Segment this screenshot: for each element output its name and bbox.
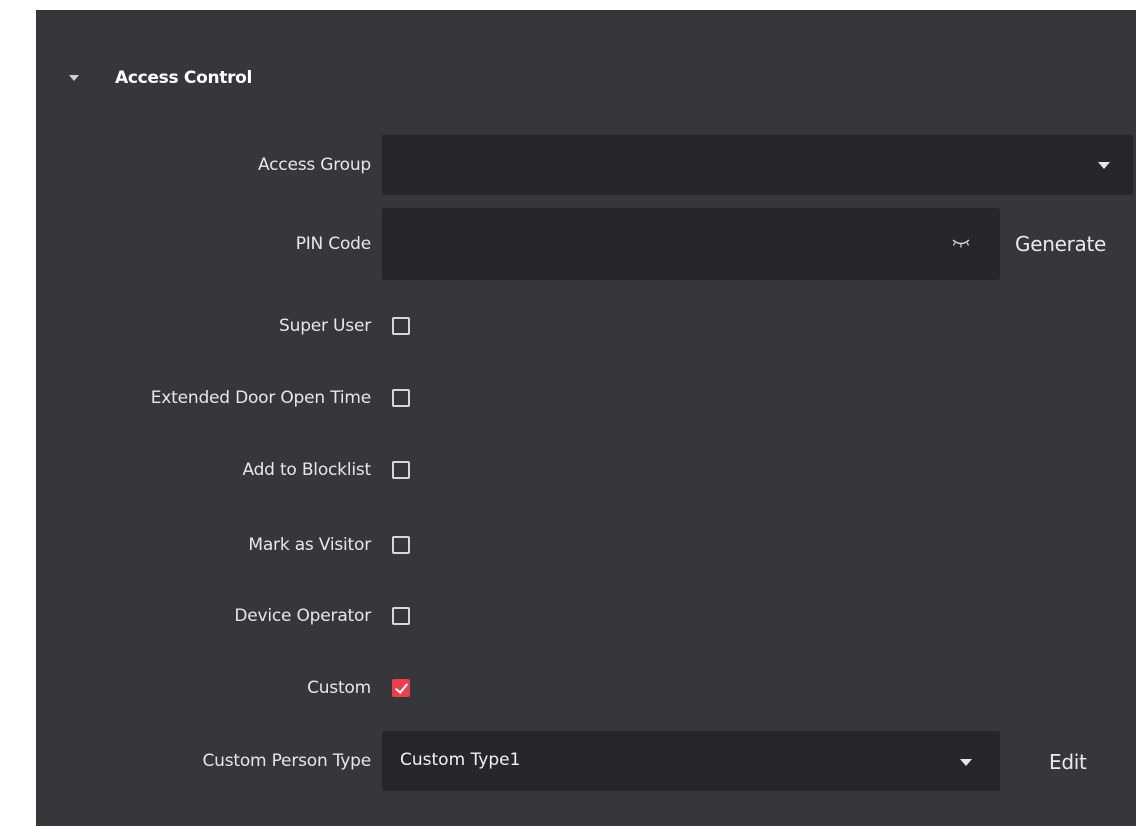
device-operator-checkbox[interactable] bbox=[392, 607, 410, 625]
custom-checkbox[interactable] bbox=[392, 679, 410, 697]
mark-as-visitor-label: Mark as Visitor bbox=[248, 535, 371, 555]
add-to-blocklist-label: Add to Blocklist bbox=[242, 460, 371, 480]
chevron-down-icon bbox=[960, 759, 972, 766]
access-control-panel: Access Control Access Group PIN Code Gen… bbox=[0, 0, 1136, 826]
mark-as-visitor-checkbox[interactable] bbox=[392, 536, 410, 554]
mark-as-visitor-row: Mark as Visitor bbox=[0, 527, 1136, 563]
custom-person-type-label: Custom Person Type bbox=[202, 751, 371, 771]
device-operator-label: Device Operator bbox=[234, 606, 371, 626]
custom-label: Custom bbox=[307, 678, 371, 698]
custom-person-type-value: Custom Type1 bbox=[400, 750, 521, 770]
add-to-blocklist-row: Add to Blocklist bbox=[0, 452, 1136, 488]
eye-closed-icon[interactable] bbox=[952, 238, 970, 248]
section-title: Access Control bbox=[115, 68, 253, 88]
super-user-label: Super User bbox=[279, 316, 371, 336]
edit-button[interactable]: Edit bbox=[1049, 750, 1087, 774]
generate-button[interactable]: Generate bbox=[1015, 232, 1106, 256]
device-operator-row: Device Operator bbox=[0, 598, 1136, 634]
extended-door-open-time-label: Extended Door Open Time bbox=[150, 388, 371, 408]
collapse-caret-icon[interactable] bbox=[69, 75, 79, 81]
super-user-row: Super User bbox=[0, 308, 1136, 344]
extended-door-open-time-row: Extended Door Open Time bbox=[0, 380, 1136, 416]
checkmark-icon bbox=[394, 680, 409, 694]
pin-code-input[interactable] bbox=[382, 208, 1000, 280]
extended-door-open-time-checkbox[interactable] bbox=[392, 389, 410, 407]
section-header-access-control[interactable]: Access Control bbox=[36, 60, 252, 96]
custom-person-type-select[interactable]: Custom Type1 bbox=[382, 731, 1000, 791]
chevron-down-icon bbox=[1098, 162, 1110, 169]
pin-code-label: PIN Code bbox=[295, 234, 372, 254]
custom-row: Custom bbox=[0, 670, 1136, 706]
add-to-blocklist-checkbox[interactable] bbox=[392, 461, 410, 479]
super-user-checkbox[interactable] bbox=[392, 317, 410, 335]
access-group-select[interactable] bbox=[382, 135, 1133, 195]
access-group-label: Access Group bbox=[258, 155, 371, 175]
